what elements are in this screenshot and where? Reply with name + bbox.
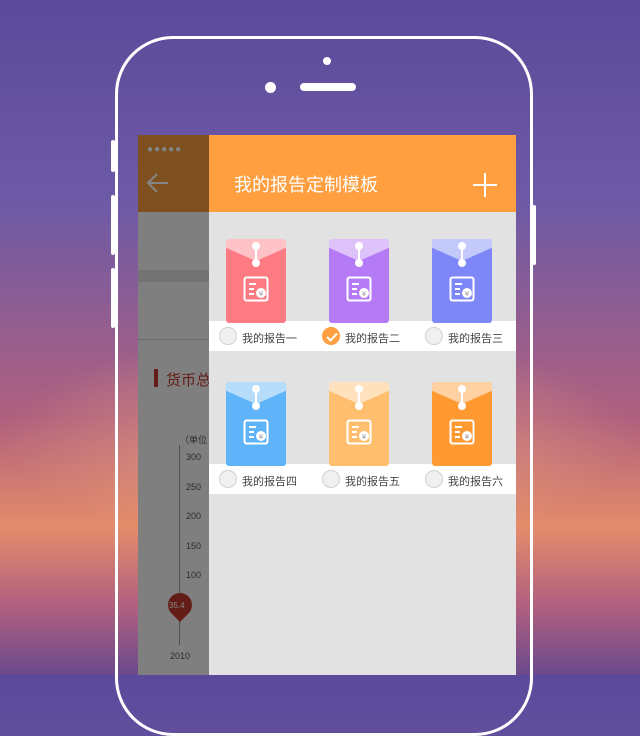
report-document-icon: ¥ [449,419,475,445]
template-radio-checked[interactable] [322,327,340,345]
folder-button [252,402,260,410]
svg-text:¥: ¥ [465,433,470,441]
svg-text:¥: ¥ [362,433,367,441]
report-document-icon: ¥ [243,276,269,302]
power-button [532,205,536,265]
volume-down-button [111,268,115,328]
folder-button [458,259,466,267]
earpiece [300,83,356,91]
template-label[interactable]: 我的报告一 [242,330,297,346]
add-template-button[interactable] [467,168,501,202]
folder-button [458,242,466,250]
panel-title: 我的报告定制模板 [234,175,378,195]
report-document-icon: ¥ [346,419,372,445]
phone-screen: ●●●●● 月 年 货币总计 （单位 300 250 200 150 100 3… [138,135,516,675]
template-label[interactable]: 我的报告六 [448,473,503,489]
folder-button [458,385,466,393]
report-document-icon: ¥ [449,276,475,302]
svg-text:¥: ¥ [362,290,367,298]
front-camera-dot [265,82,276,93]
svg-text:¥: ¥ [465,290,470,298]
template-radio[interactable] [425,327,443,345]
template-folder-icon[interactable]: ¥ [226,382,286,466]
mute-switch [111,140,115,172]
svg-text:¥: ¥ [259,433,264,441]
folder-button [458,402,466,410]
template-radio[interactable] [322,470,340,488]
template-radio[interactable] [219,470,237,488]
plus-icon-stroke [484,173,486,197]
folder-button [252,259,260,267]
folder-button [252,385,260,393]
template-folder-icon[interactable]: ¥ [432,239,492,323]
folder-button [355,385,363,393]
folder-button [355,259,363,267]
template-radio[interactable] [219,327,237,345]
template-label[interactable]: 我的报告五 [345,473,400,489]
svg-text:¥: ¥ [259,290,264,298]
panel-header: 我的报告定制模板 [209,135,516,212]
template-folder-icon[interactable]: ¥ [329,382,389,466]
template-folder-icon[interactable]: ¥ [329,239,389,323]
template-label[interactable]: 我的报告二 [345,330,400,346]
sensor-dot [323,57,331,65]
template-folder-icon[interactable]: ¥ [226,239,286,323]
template-radio[interactable] [425,470,443,488]
template-label[interactable]: 我的报告三 [448,330,503,346]
template-panel: 我的报告定制模板 ¥ 我的报告一 ¥ 我的报告二 ¥ 我的报告三 ¥ 我的报告四 ¥ 我的报告五 ¥… [209,135,516,675]
folder-button [355,242,363,250]
template-label[interactable]: 我的报告四 [242,473,297,489]
folder-button [252,242,260,250]
folder-button [355,402,363,410]
report-document-icon: ¥ [346,276,372,302]
volume-up-button [111,195,115,255]
report-document-icon: ¥ [243,419,269,445]
template-folder-icon[interactable]: ¥ [432,382,492,466]
